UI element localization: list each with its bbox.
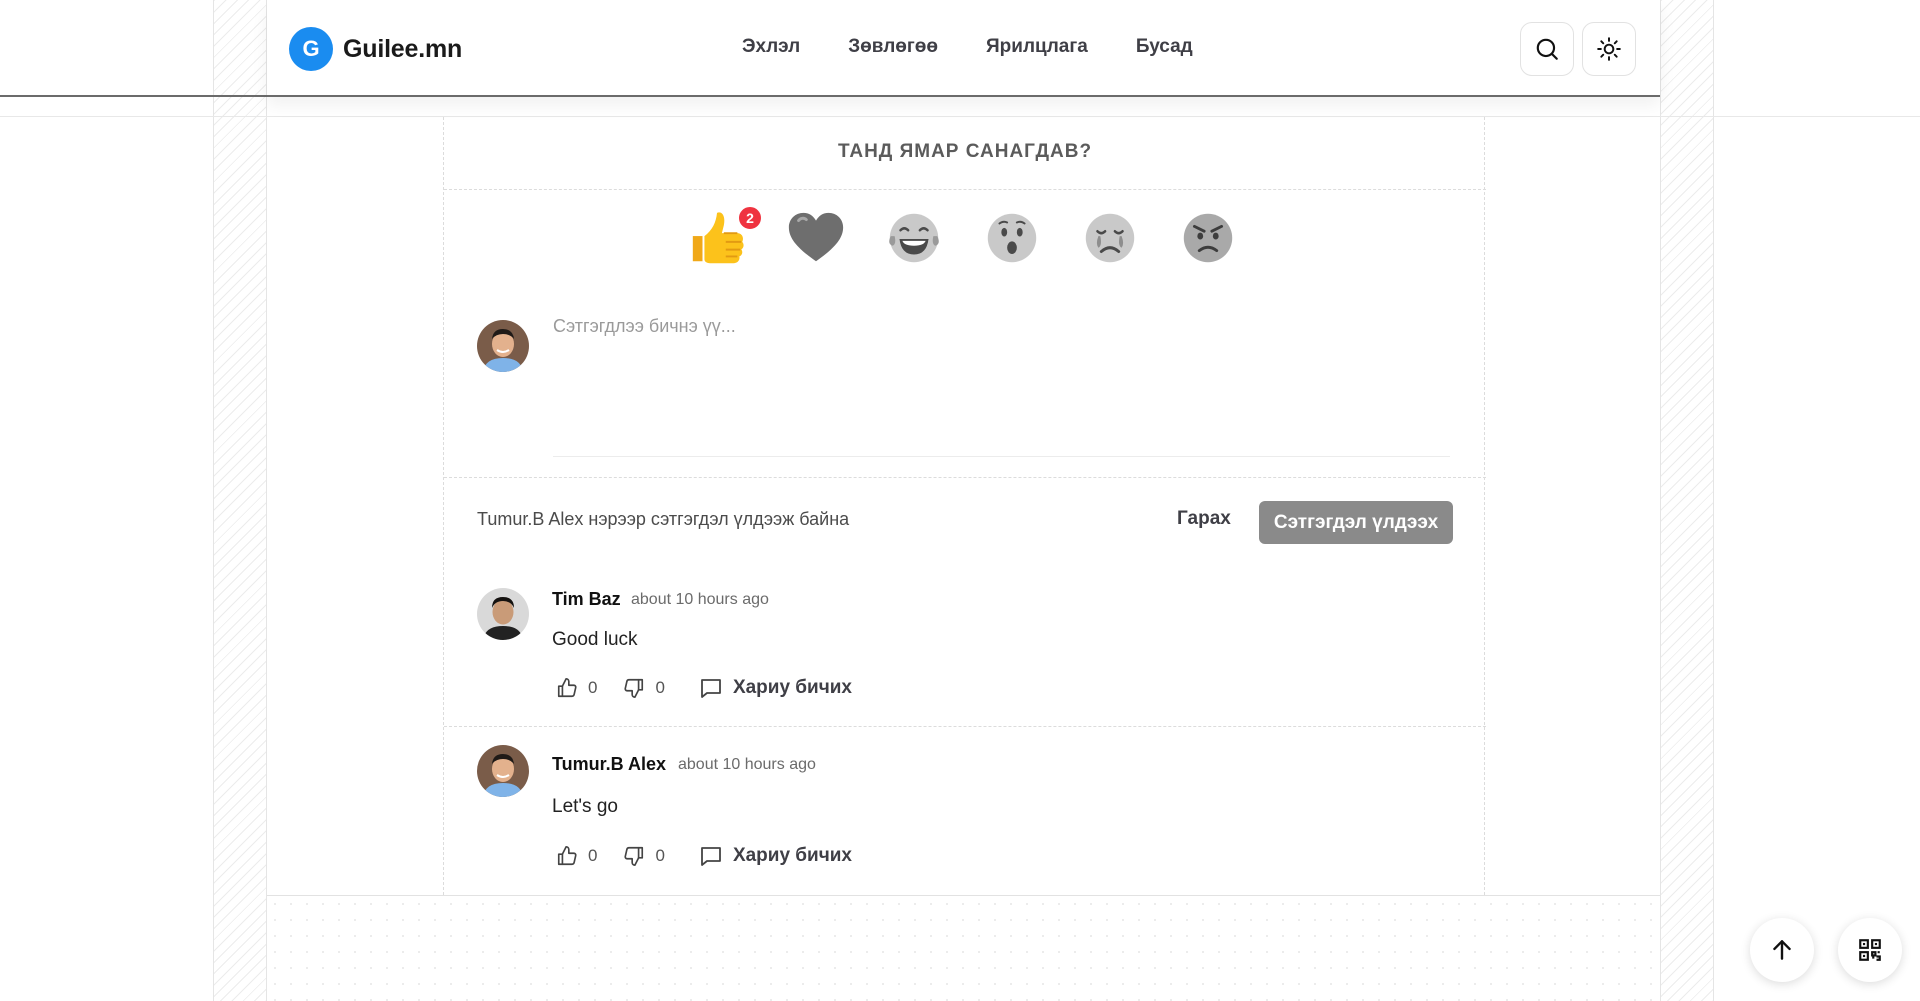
logout-button[interactable]: Гарах xyxy=(1177,508,1231,530)
dislike-count: 0 xyxy=(655,678,665,697)
comment-text: Good luck xyxy=(552,629,638,650)
current-user-avatar xyxy=(477,320,529,372)
comment-body-2: Tumur.B Alex about 10 hours ago Let's go… xyxy=(443,745,1485,895)
reaction-sad[interactable] xyxy=(1079,207,1141,269)
surprised-icon xyxy=(987,213,1037,263)
right-hatched-rail xyxy=(1660,0,1714,1001)
footer-pattern-area xyxy=(267,895,1660,1001)
thumbs-down-icon xyxy=(624,678,644,698)
dislike-count: 0 xyxy=(655,846,665,865)
scroll-to-top-button[interactable] xyxy=(1750,918,1814,982)
heart-icon xyxy=(788,212,844,262)
reply-button[interactable]: Хариу бичих xyxy=(699,844,852,868)
nav-item-other[interactable]: Бусад xyxy=(1136,36,1193,58)
comment-icon xyxy=(701,847,721,866)
comment-actions: 0 0 Хариу бичих xyxy=(556,676,852,700)
divider xyxy=(444,189,1486,190)
reply-label: Хариу бичих xyxy=(732,845,853,866)
angry-icon xyxy=(1183,213,1233,263)
comment-body-1: Tim Baz about 10 hours ago Good luck 0 0… xyxy=(443,577,1485,727)
comment-actions: 0 0 Хариу бичих xyxy=(556,844,852,868)
divider xyxy=(444,477,1486,478)
sad-icon xyxy=(1085,213,1135,263)
reaction-thumbs-up[interactable]: 2 xyxy=(687,205,763,269)
comment-time: about 10 hours ago xyxy=(678,756,816,773)
main-nav: Эхлэл Зөвлөгөө Ярилцлага Бусад xyxy=(742,36,1193,58)
thumbs-up-icon xyxy=(557,678,577,698)
like-button[interactable]: 0 xyxy=(556,845,597,867)
reply-label: Хариу бичих xyxy=(732,677,853,698)
comment-icon xyxy=(701,679,721,698)
comment-input[interactable] xyxy=(553,316,1450,457)
nav-item-home[interactable]: Эхлэл xyxy=(742,36,800,58)
like-count: 0 xyxy=(588,678,598,697)
like-count: 0 xyxy=(588,846,598,865)
dislike-button[interactable]: 0 xyxy=(623,845,665,867)
page: G Guilee.mn Эхлэл Зөвлөгөө Ярилцлага Бус… xyxy=(0,0,1920,1001)
search-button[interactable] xyxy=(1520,22,1574,76)
header-underline xyxy=(0,95,267,97)
arrow-up-icon xyxy=(1773,940,1791,960)
thumbs-down-icon xyxy=(624,846,644,866)
submit-comment-button[interactable]: Сэтгэгдэл үлдээх xyxy=(1259,501,1453,544)
nav-item-advice[interactable]: Зөвлөгөө xyxy=(848,36,938,58)
thumbs-up-icon xyxy=(557,846,577,866)
reaction-bar: 2 xyxy=(687,205,1239,269)
search-icon xyxy=(1536,38,1558,60)
like-button[interactable]: 0 xyxy=(556,677,597,699)
reaction-angry[interactable] xyxy=(1177,207,1239,269)
laughing-icon xyxy=(889,213,939,263)
qr-code-icon xyxy=(1859,939,1881,961)
comment-author[interactable]: Tim Baz xyxy=(552,589,621,610)
left-hatched-rail xyxy=(213,0,267,1001)
brand-name: Guilee.mn xyxy=(343,34,463,63)
comment-author[interactable]: Tumur.B Alex xyxy=(552,754,666,775)
brand-link[interactable]: G Guilee.mn xyxy=(289,27,462,71)
site-header: G Guilee.mn Эхлэл Зөвлөгөө Ярилцлага Бус… xyxy=(267,0,1660,97)
brand-logo-icon: G xyxy=(289,27,333,71)
reaction-laugh[interactable] xyxy=(883,207,945,269)
posting-as-text: Tumur.B Alex нэрээр сэтгэгдэл үлдээж бай… xyxy=(477,509,850,529)
reaction-title: ТАНД ЯМАР САНАГДАВ? xyxy=(837,141,1093,162)
comment-time: about 10 hours ago xyxy=(631,591,769,608)
qr-code-button[interactable] xyxy=(1838,918,1902,982)
reaction-heart[interactable] xyxy=(785,207,847,269)
reaction-count-badge: 2 xyxy=(737,205,763,231)
sun-icon xyxy=(1597,37,1621,61)
nav-item-interview[interactable]: Ярилцлага xyxy=(986,36,1088,58)
reply-button[interactable]: Хариу бичих xyxy=(699,676,852,700)
user-avatar-icon xyxy=(477,320,529,372)
comment-text: Let's go xyxy=(552,796,618,817)
reaction-wow[interactable] xyxy=(981,207,1043,269)
dislike-button[interactable]: 0 xyxy=(623,677,665,699)
theme-toggle-button[interactable] xyxy=(1582,22,1636,76)
